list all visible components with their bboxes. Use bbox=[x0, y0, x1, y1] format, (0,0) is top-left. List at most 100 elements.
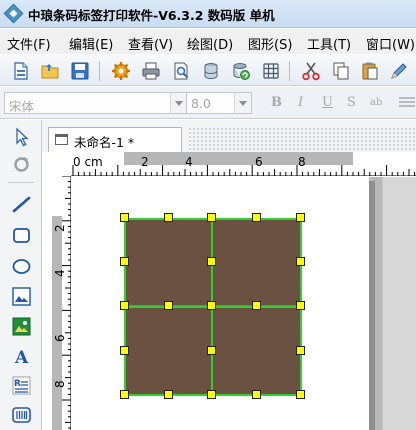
resize-handle[interactable] bbox=[252, 390, 261, 399]
resize-handle[interactable] bbox=[164, 213, 173, 222]
font-family-value: 宋体 bbox=[9, 99, 35, 114]
resize-handle[interactable] bbox=[164, 390, 173, 399]
font-size-value: 8.0 bbox=[191, 96, 211, 111]
menu-window[interactable]: 窗口(W) bbox=[366, 34, 415, 53]
resize-handle[interactable] bbox=[296, 257, 305, 266]
horizontal-ruler: 0 cm 2 4 6 8 bbox=[52, 152, 416, 176]
ruler-label-v4: 4 bbox=[53, 269, 67, 277]
database-icon[interactable] bbox=[201, 61, 221, 81]
rectangle-shape[interactable] bbox=[212, 218, 301, 306]
vertical-ruler: 2 4 6 8 bbox=[52, 176, 71, 430]
italic-button[interactable]: I bbox=[298, 95, 303, 110]
toolbar-separator bbox=[99, 61, 100, 81]
ruler-label-6: 6 bbox=[255, 155, 263, 169]
resize-handle[interactable] bbox=[120, 346, 129, 355]
title-bar: 中琅条码标签打印软件-V6.3.2 数码版 单机 bbox=[0, 0, 416, 28]
resize-handle[interactable] bbox=[252, 301, 261, 310]
menu-draw[interactable]: 绘图(D) bbox=[187, 34, 233, 53]
toolbar-separator bbox=[289, 61, 290, 81]
chevron-down-icon[interactable] bbox=[170, 93, 187, 113]
picture-icon[interactable] bbox=[11, 316, 32, 337]
resize-handle[interactable] bbox=[164, 301, 173, 310]
pen-icon[interactable] bbox=[389, 61, 409, 81]
paste-icon[interactable] bbox=[360, 61, 380, 81]
menu-tools[interactable]: 工具(T) bbox=[307, 34, 351, 53]
settings-gear-icon[interactable] bbox=[111, 61, 131, 81]
image-icon[interactable] bbox=[11, 286, 32, 307]
resize-handle[interactable] bbox=[207, 257, 216, 266]
ruler-label-8: 8 bbox=[298, 155, 306, 169]
paper-shadow bbox=[369, 181, 375, 430]
line-icon[interactable] bbox=[11, 194, 32, 215]
rectangle-shape[interactable] bbox=[125, 306, 212, 395]
copy-icon[interactable] bbox=[331, 61, 351, 81]
svg-text:R: R bbox=[14, 379, 21, 389]
ruler-label-v6: 6 bbox=[53, 334, 67, 342]
grid-icon[interactable] bbox=[261, 61, 281, 81]
rich-text-icon[interactable]: R bbox=[11, 375, 32, 396]
open-folder-icon[interactable] bbox=[40, 61, 60, 81]
bold-button[interactable]: B bbox=[271, 95, 282, 110]
main-toolbar bbox=[0, 54, 416, 86]
tab-strip-background bbox=[188, 127, 416, 152]
resize-handle[interactable] bbox=[120, 257, 129, 266]
select-arrow-icon[interactable] bbox=[11, 127, 32, 148]
rectangle-shape[interactable] bbox=[125, 218, 212, 306]
barcode-icon[interactable] bbox=[11, 404, 32, 425]
horizontal-ruler-ticks bbox=[72, 165, 416, 176]
rectangle-shape[interactable] bbox=[212, 306, 301, 395]
ruler-label-4: 4 bbox=[185, 155, 193, 169]
align-left-icon[interactable] bbox=[398, 96, 416, 110]
ruler-label-2: 2 bbox=[141, 155, 149, 169]
vertical-scrollbar[interactable] bbox=[382, 177, 416, 430]
ellipse-icon[interactable] bbox=[11, 256, 32, 277]
text-icon[interactable]: A bbox=[11, 346, 32, 367]
resize-handle[interactable] bbox=[296, 301, 305, 310]
resize-handle[interactable] bbox=[120, 390, 129, 399]
format-toolbar: 宋体 8.0 B I U S ab bbox=[0, 87, 416, 119]
palette-separator bbox=[8, 182, 34, 183]
resize-handle[interactable] bbox=[207, 346, 216, 355]
menu-bar: 文件(F) 编辑(E) 查看(V) 绘图(D) 图形(S) 工具(T) 窗口(W… bbox=[0, 29, 416, 54]
resize-handle[interactable] bbox=[120, 301, 129, 310]
document-icon bbox=[55, 134, 68, 145]
tool-palette: A R bbox=[0, 120, 42, 430]
print-icon[interactable] bbox=[141, 61, 161, 81]
svg-text:A: A bbox=[14, 348, 29, 367]
resize-handle[interactable] bbox=[296, 213, 305, 222]
window-title: 中琅条码标签打印软件-V6.3.2 数码版 单机 bbox=[28, 8, 275, 23]
menu-file[interactable]: 文件(F) bbox=[7, 34, 51, 53]
database-refresh-icon[interactable] bbox=[231, 61, 251, 81]
design-workarea[interactable] bbox=[72, 177, 416, 430]
resize-handle[interactable] bbox=[207, 390, 216, 399]
strikethrough-button[interactable]: S bbox=[347, 95, 356, 110]
resize-handle[interactable] bbox=[120, 213, 129, 222]
document-tab-title: 未命名-1 * bbox=[74, 135, 135, 150]
font-size-select[interactable]: 8.0 bbox=[186, 92, 252, 114]
cut-icon[interactable] bbox=[301, 61, 321, 81]
rotate-icon[interactable] bbox=[11, 154, 32, 175]
resize-handle[interactable] bbox=[296, 346, 305, 355]
vertical-ruler-ticks bbox=[62, 176, 71, 429]
ruler-label-v8: 8 bbox=[53, 380, 67, 388]
font-family-select[interactable]: 宋体 bbox=[4, 92, 188, 114]
menu-view[interactable]: 查看(V) bbox=[128, 34, 173, 53]
document-tab-strip: 未命名-1 * bbox=[42, 120, 416, 152]
resize-handle[interactable] bbox=[207, 213, 216, 222]
new-file-icon[interactable] bbox=[11, 61, 31, 81]
save-icon[interactable] bbox=[70, 61, 90, 81]
rectangle-icon[interactable] bbox=[11, 225, 32, 246]
ruler-label-0: 0 cm bbox=[73, 155, 103, 169]
char-spacing-button[interactable]: ab bbox=[370, 97, 382, 108]
ruler-corner bbox=[52, 152, 71, 176]
underline-button[interactable]: U bbox=[322, 95, 333, 110]
app-logo-icon bbox=[3, 3, 24, 24]
chevron-down-icon[interactable] bbox=[234, 93, 251, 113]
resize-handle[interactable] bbox=[252, 213, 261, 222]
menu-edit[interactable]: 编辑(E) bbox=[69, 34, 113, 53]
menu-shape[interactable]: 图形(S) bbox=[248, 34, 292, 53]
resize-handle[interactable] bbox=[207, 301, 216, 310]
document-tab[interactable]: 未命名-1 * bbox=[48, 127, 182, 152]
print-preview-icon[interactable] bbox=[171, 61, 191, 81]
resize-handle[interactable] bbox=[296, 390, 305, 399]
